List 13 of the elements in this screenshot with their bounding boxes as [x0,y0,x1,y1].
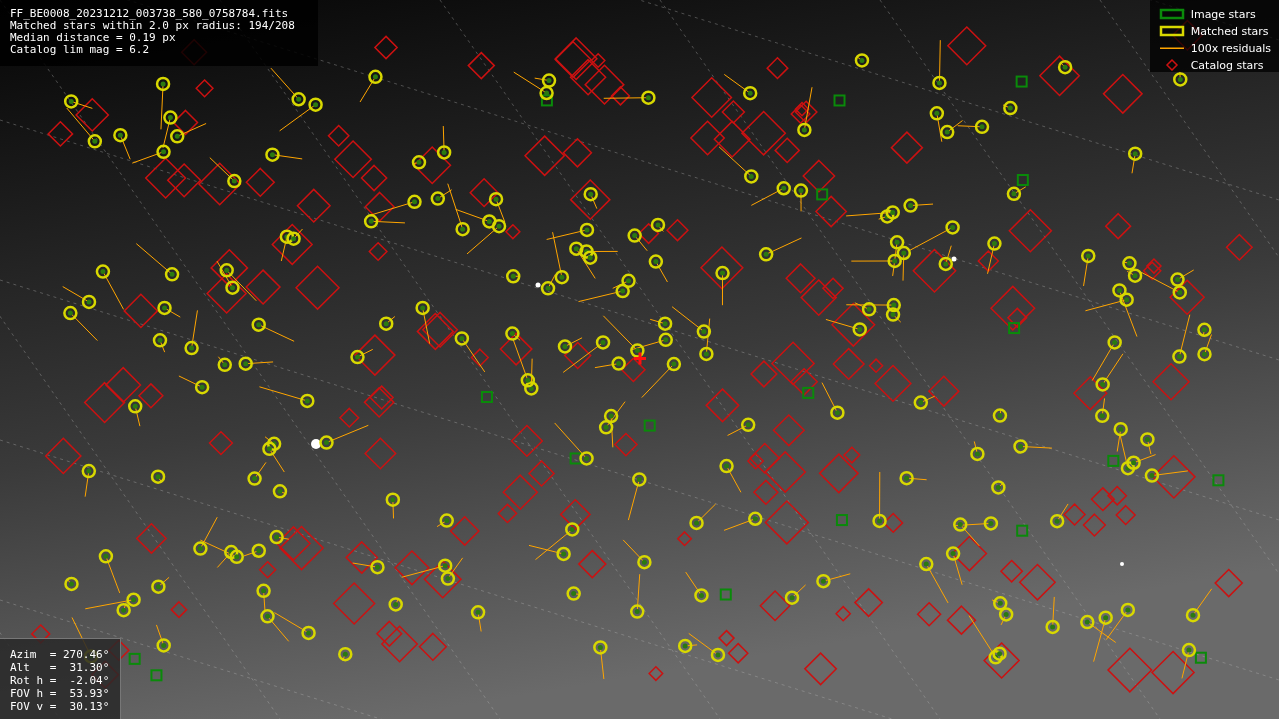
pointing-line: Alt = 31.30° [10,662,110,674]
legend-label: Matched stars [1190,24,1269,38]
pointing-line: FOV h = 53.93° [10,688,110,700]
info-line: Matched stars within 2.0 px radius: 194/208 [10,20,296,32]
pointing-line: FOV v = 30.13° [10,701,110,713]
info-line: FF_BE0008_20231212_003738_580_0758784.fits [10,8,290,20]
legend-label: 100x residuals [1190,41,1271,55]
legend-label: Image stars [1190,7,1256,21]
info-line: Median distance = 0.19 px [10,32,177,44]
pointing-line: Azim = 270.46° [10,649,110,661]
pointing-line: Rot h = -2.04° [10,675,110,687]
legend-label: Catalog stars [1190,58,1264,72]
info-line: Catalog lim mag = 6.2 [10,44,151,56]
